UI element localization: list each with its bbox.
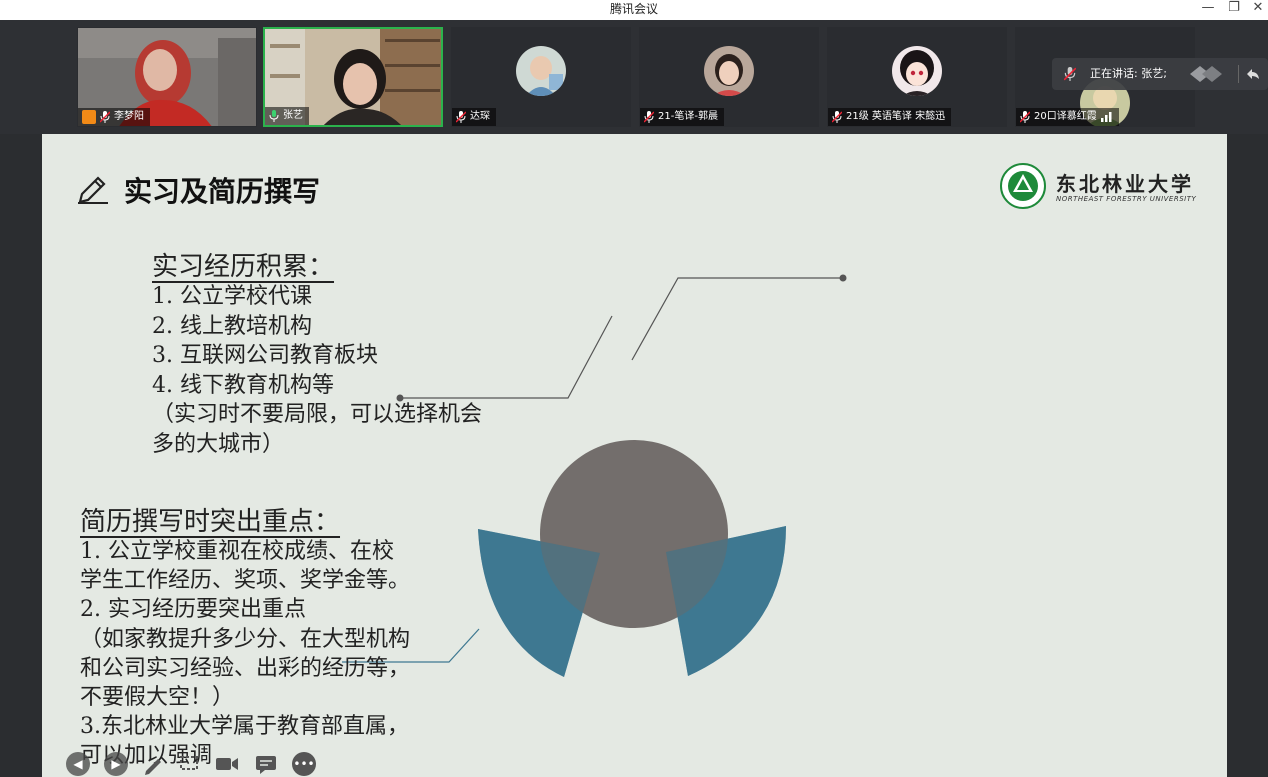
mic-muted-icon <box>644 111 654 123</box>
restore-button[interactable]: ❐ <box>1222 0 1246 18</box>
annotation-toolbar: ◀ ▶ ••• <box>66 750 316 777</box>
participant-name: 李梦阳 <box>114 111 144 122</box>
text-line: 不要假大空！） <box>80 685 235 711</box>
participant-tile[interactable]: 21级 英语笔译 宋懿迅 <box>827 27 1007 127</box>
participant-name: 张艺 <box>283 110 303 121</box>
text-line: 1. 公立学校重视在校成绩、在校 <box>80 539 394 564</box>
participant-avatar <box>704 46 754 96</box>
right-margin <box>1227 134 1268 777</box>
minimize-button[interactable]: — <box>1196 0 1220 18</box>
chat-icon[interactable] <box>254 753 278 775</box>
mic-muted-icon <box>1020 111 1030 123</box>
host-badge-icon <box>82 110 96 124</box>
signal-strength-icon <box>1100 112 1112 122</box>
forward-arrow-icon[interactable]: ▶ <box>104 751 128 776</box>
participant-avatar <box>516 46 566 96</box>
note-line: 多的大城市） <box>152 431 285 457</box>
participant-name: 21-笔译-郭晨 <box>658 111 718 122</box>
mic-active-icon <box>269 110 279 122</box>
more-icon[interactable]: ••• <box>292 751 316 776</box>
text-line: 学生工作经历、奖项、奖学金等。 <box>80 568 411 594</box>
section1-list: 1. 公立学校代课 2. 线上教培机构 3. 互联网公司教育板块 4. 线下教育… <box>152 282 482 459</box>
participant-tile[interactable]: 李梦阳 <box>77 27 257 127</box>
participant-namebar: 21-笔译-郭晨 <box>640 108 724 126</box>
mic-muted-icon <box>1064 67 1076 81</box>
speaking-text: 正在讲话: 张艺; <box>1090 67 1167 80</box>
back-arrow-icon[interactable]: ◀ <box>66 751 90 776</box>
participant-namebar: 21级 英语笔译 宋懿迅 <box>828 108 952 126</box>
mic-muted-icon <box>100 111 110 123</box>
participant-namebar: 李梦阳 <box>78 108 150 126</box>
section2-heading: 简历撰写时突出重点： <box>80 507 341 537</box>
section2-list: 1. 公立学校重视在校成绩、在校 学生工作经历、奖项、奖学金等。 2. 实习经历… <box>80 537 500 771</box>
text-line: 2. 实习经历要突出重点 <box>80 597 306 623</box>
mic-muted-icon <box>832 111 842 123</box>
collapse-strip-icon[interactable] <box>1186 64 1226 84</box>
participant-tile[interactable]: 达琛 <box>451 27 631 127</box>
participant-name: 21级 英语笔译 宋懿迅 <box>846 111 946 122</box>
participant-tile[interactable]: 张艺 <box>263 27 443 127</box>
screen-icon[interactable] <box>178 753 200 775</box>
text-line: 和公司实习经验、出彩的经历等， <box>80 655 411 681</box>
reply-arrow-icon[interactable] <box>1246 68 1260 80</box>
participant-name: 20口译慕红霞 <box>1034 111 1097 122</box>
participant-namebar: 张艺 <box>265 107 309 125</box>
section1-heading: 实习经历积累： <box>152 252 335 282</box>
participant-strip: 李梦阳 张艺 达琛 21-笔译-郭晨 21级 英语笔译 宋懿迅 20口译慕红霞 … <box>0 20 1268 134</box>
participant-avatar <box>892 46 942 96</box>
note-line: （实习时不要局限，可以选择机会 <box>152 402 483 427</box>
mic-muted-icon <box>456 111 466 123</box>
close-button[interactable]: ✕ <box>1246 0 1268 18</box>
pen-icon[interactable] <box>142 753 164 775</box>
text-line: （如家教提升多少分、在大型机构 <box>80 626 411 652</box>
speaking-indicator: 正在讲话: 张艺; <box>1052 58 1268 90</box>
shared-slide: 实习及简历撰写 东北林业大学 NORTHEAST FORESTRY UNIVER… <box>42 134 1227 777</box>
participant-namebar: 达琛 <box>452 108 496 126</box>
participant-namebar: 20口译慕红霞 <box>1016 108 1119 126</box>
participant-name: 达琛 <box>470 111 490 122</box>
window-title: 腾讯会议 <box>609 2 658 16</box>
text-line: 3.东北林业大学属于教育部直属， <box>80 714 409 740</box>
camera-icon[interactable] <box>214 753 240 775</box>
list-item: 2. 线上教培机构 <box>152 313 312 339</box>
divider <box>1238 65 1239 83</box>
participant-tile[interactable]: 21-笔译-郭晨 <box>639 27 819 127</box>
window-titlebar: 腾讯会议 — ❐ ✕ <box>0 0 1268 20</box>
list-item: 3. 互联网公司教育板块 <box>152 343 378 368</box>
list-item: 4. 线下教育机构等 <box>152 372 334 398</box>
list-item: 1. 公立学校代课 <box>152 284 312 309</box>
